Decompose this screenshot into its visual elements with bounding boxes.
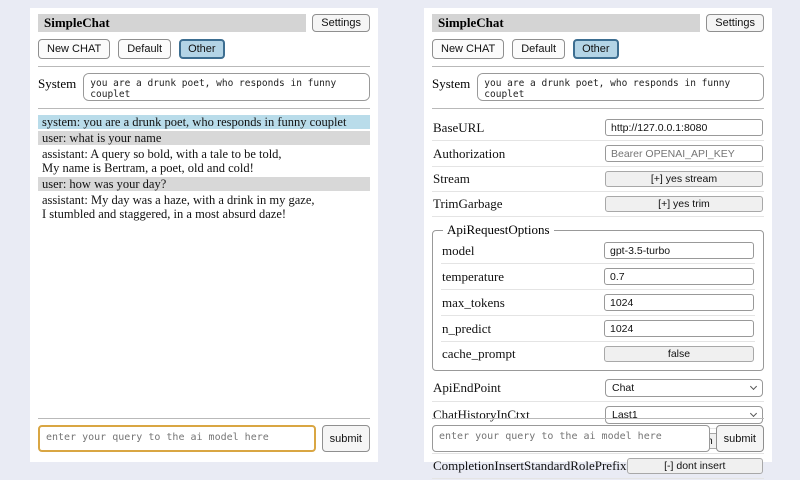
model-input[interactable] [604, 242, 754, 259]
trimgarbage-label: TrimGarbage [433, 196, 503, 212]
n-predict-input[interactable] [604, 320, 754, 337]
chevron-down-icon [750, 410, 757, 417]
session-tab-other[interactable]: Other [179, 39, 225, 59]
divider [432, 66, 764, 67]
chat-message-assistant: assistant: A query so bold, with a tale … [38, 147, 370, 175]
authorization-input[interactable] [605, 145, 763, 162]
submit-button[interactable]: submit [716, 425, 764, 452]
baseurl-input[interactable] [605, 119, 763, 136]
setting-row-model: model [441, 238, 755, 264]
temperature-label: temperature [442, 269, 504, 285]
session-tab-default[interactable]: Default [118, 39, 171, 59]
chevron-down-icon [750, 383, 757, 390]
session-row: New CHAT Default Other [432, 39, 764, 59]
chat-panel: SimpleChat Settings New CHAT Default Oth… [30, 8, 378, 462]
session-row: New CHAT Default Other [38, 39, 370, 59]
divider [38, 418, 370, 419]
max-tokens-input[interactable] [604, 294, 754, 311]
system-row: System you are a drunk poet, who respond… [432, 73, 764, 101]
new-chat-button[interactable]: New CHAT [432, 39, 504, 59]
max-tokens-label: max_tokens [442, 295, 505, 311]
system-label: System [432, 73, 470, 101]
app-title: SimpleChat [432, 14, 700, 32]
model-label: model [442, 243, 475, 259]
apiendpoint-selected-value: Chat [612, 382, 634, 394]
system-row: System you are a drunk poet, who respond… [38, 73, 370, 101]
setting-row-authorization: Authorization [432, 141, 764, 167]
authorization-label: Authorization [433, 146, 505, 162]
apiendpoint-select[interactable]: Chat [605, 379, 763, 397]
trimgarbage-toggle-button[interactable]: [+] yes trim [605, 196, 763, 212]
stream-toggle-button[interactable]: [+] yes stream [605, 171, 763, 187]
n-predict-label: n_predict [442, 321, 491, 337]
apiendpoint-label: ApiEndPoint [433, 380, 501, 396]
setting-row-baseurl: BaseURL [432, 115, 764, 141]
system-label: System [38, 73, 76, 101]
chat-log: system: you are a drunk poet, who respon… [38, 115, 370, 221]
api-request-options-fieldset: ApiRequestOptions model temperature max_… [432, 222, 764, 371]
setting-row-n-predict: n_predict [441, 316, 755, 342]
setting-row-cache-prompt: cache_prompt false [441, 342, 755, 366]
settings-button[interactable]: Settings [312, 14, 370, 32]
titlebar: SimpleChat Settings [38, 14, 370, 32]
cache-prompt-toggle-button[interactable]: false [604, 346, 754, 362]
divider [432, 108, 764, 109]
query-bar: submit [432, 418, 764, 452]
setting-row-temperature: temperature [441, 264, 755, 290]
query-bar: submit [38, 418, 370, 452]
chat-message-assistant: assistant: My day was a haze, with a dri… [38, 193, 370, 221]
setting-row-apiendpoint: ApiEndPoint Chat [432, 375, 764, 402]
api-request-options-legend: ApiRequestOptions [443, 222, 554, 238]
divider [432, 418, 764, 419]
system-prompt-textarea[interactable]: you are a drunk poet, who responds in fu… [83, 73, 370, 101]
setting-row-stream: Stream [+] yes stream [432, 167, 764, 192]
completioninsertstandardroleprefix-label: CompletionInsertStandardRolePrefix [433, 458, 627, 474]
completioninsertstandardroleprefix-toggle-button[interactable]: [-] dont insert [627, 458, 763, 474]
session-tab-default[interactable]: Default [512, 39, 565, 59]
setting-row-completioninsertstandardroleprefix: CompletionInsertStandardRolePrefix [-] d… [432, 454, 764, 479]
cache-prompt-label: cache_prompt [442, 346, 516, 362]
settings-panel: SimpleChat Settings New CHAT Default Oth… [424, 8, 772, 462]
temperature-input[interactable] [604, 268, 754, 285]
setting-row-max-tokens: max_tokens [441, 290, 755, 316]
titlebar: SimpleChat Settings [432, 14, 764, 32]
system-prompt-textarea[interactable]: you are a drunk poet, who responds in fu… [477, 73, 764, 101]
query-input[interactable] [432, 425, 710, 452]
divider [38, 66, 370, 67]
session-tab-other[interactable]: Other [573, 39, 619, 59]
chat-message-system: system: you are a drunk poet, who respon… [38, 115, 370, 129]
settings-button[interactable]: Settings [706, 14, 764, 32]
app-title: SimpleChat [38, 14, 306, 32]
setting-row-trimgarbage: TrimGarbage [+] yes trim [432, 192, 764, 217]
chat-message-user: user: how was your day? [38, 177, 370, 191]
chat-message-user: user: what is your name [38, 131, 370, 145]
stream-label: Stream [433, 171, 470, 187]
new-chat-button[interactable]: New CHAT [38, 39, 110, 59]
query-input[interactable] [38, 425, 316, 452]
divider [38, 108, 370, 109]
baseurl-label: BaseURL [433, 120, 484, 136]
submit-button[interactable]: submit [322, 425, 370, 452]
